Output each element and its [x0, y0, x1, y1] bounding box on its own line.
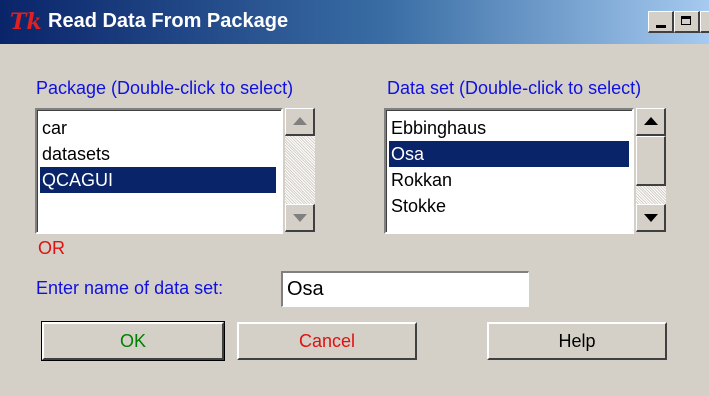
dataset-list-label: Data set (Double-click to select)	[387, 78, 642, 98]
dataset-listbox[interactable]: Ebbinghaus Osa Rokkan Stokke	[384, 108, 634, 234]
ok-button[interactable]: OK	[41, 321, 225, 361]
help-button[interactable]: Help	[487, 322, 667, 360]
arrow-up-icon	[293, 117, 307, 125]
dataset-scrollbar[interactable]	[636, 108, 666, 232]
scroll-down-button[interactable]	[636, 204, 666, 232]
maximize-icon	[681, 16, 691, 25]
package-list-label: Package (Double-click to select)	[36, 78, 294, 98]
arrow-down-icon	[293, 214, 307, 222]
dataset-name-input[interactable]: Osa	[281, 271, 529, 307]
scroll-up-button[interactable]	[285, 108, 315, 136]
arrow-down-icon	[644, 214, 658, 222]
list-item[interactable]: Rokkan	[389, 167, 631, 193]
list-item[interactable]: car	[40, 115, 282, 141]
maximize-button[interactable]	[674, 11, 700, 33]
list-item[interactable]: datasets	[40, 141, 282, 167]
minimize-icon	[656, 25, 666, 28]
scroll-thumb[interactable]	[636, 136, 666, 186]
close-button[interactable]: ✕	[700, 11, 709, 33]
list-item-selected[interactable]: Osa	[389, 141, 629, 167]
package-scrollbar[interactable]	[285, 108, 315, 232]
package-listbox[interactable]: car datasets QCAGUI	[35, 108, 283, 234]
scroll-down-button[interactable]	[285, 204, 315, 232]
minimize-button[interactable]	[648, 11, 674, 33]
scroll-up-button[interactable]	[636, 108, 666, 136]
list-item-selected[interactable]: QCAGUI	[40, 167, 276, 193]
arrow-up-icon	[644, 117, 658, 125]
title-bar: Tk Read Data From Package ✕	[0, 0, 709, 44]
tk-logo-icon: Tk	[10, 9, 42, 35]
list-item[interactable]: Ebbinghaus	[389, 115, 631, 141]
window-title: Read Data From Package	[48, 10, 289, 32]
dataset-name-label: Enter name of data set:	[36, 278, 224, 298]
or-label: OR	[38, 238, 65, 258]
list-item[interactable]: Stokke	[389, 193, 631, 219]
cancel-button[interactable]: Cancel	[237, 322, 417, 360]
